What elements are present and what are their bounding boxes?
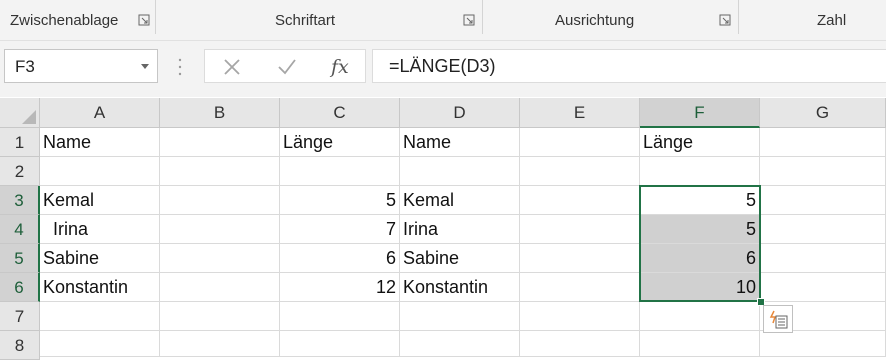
- cell-c1[interactable]: Länge: [280, 128, 400, 157]
- column-header-a[interactable]: A: [40, 98, 160, 128]
- name-box-value: F3: [15, 57, 35, 76]
- cell-c5[interactable]: 6: [280, 244, 400, 273]
- cell-d4[interactable]: Irina: [400, 215, 520, 244]
- cell-f2[interactable]: [640, 157, 760, 186]
- name-box[interactable]: F3: [4, 49, 158, 83]
- cell-b5[interactable]: [160, 244, 280, 273]
- cell-f3[interactable]: 5: [640, 186, 760, 215]
- alignment-group-label: Ausrichtung: [555, 12, 635, 29]
- cell-d6[interactable]: Konstantin: [400, 273, 520, 302]
- cell-f8[interactable]: [640, 331, 760, 357]
- ribbon-group-labels: Zwischenablage Schriftart Ausrichtung Za…: [0, 0, 886, 41]
- cell-g4[interactable]: [760, 215, 886, 244]
- cell-c8[interactable]: [280, 331, 400, 357]
- cell-d7[interactable]: [400, 302, 520, 331]
- cell-a1[interactable]: Name: [40, 128, 160, 157]
- chevron-down-icon[interactable]: [141, 64, 149, 69]
- number-group-label: Zahl: [817, 12, 847, 29]
- cell-a5[interactable]: Sabine: [40, 244, 160, 273]
- cell-g5[interactable]: [760, 244, 886, 273]
- cell-e4[interactable]: [520, 215, 640, 244]
- formula-bar: F3 fx =LÄNGE(D3): [0, 41, 886, 97]
- cell-a7[interactable]: [40, 302, 160, 331]
- formula-buttons: fx: [204, 49, 366, 83]
- splitter-dots-icon[interactable]: [178, 57, 182, 77]
- insert-function-icon[interactable]: fx: [331, 56, 349, 78]
- cell-f5[interactable]: 6: [640, 244, 760, 273]
- cell-b6[interactable]: [160, 273, 280, 302]
- cell-d5[interactable]: Sabine: [400, 244, 520, 273]
- column-header-e[interactable]: E: [520, 98, 640, 128]
- cell-b2[interactable]: [160, 157, 280, 186]
- column-header-b[interactable]: B: [160, 98, 280, 128]
- cell-e1[interactable]: [520, 128, 640, 157]
- ribbon-group-number: Zahl: [739, 0, 886, 38]
- quick-analysis-icon: [769, 310, 788, 329]
- spreadsheet-grid: A B C D E F G 1 2 3 4 5 6 7 8 Name Länge…: [0, 98, 886, 360]
- column-header-g[interactable]: G: [760, 98, 886, 128]
- row-header-2[interactable]: 2: [0, 157, 40, 186]
- cell-e2[interactable]: [520, 157, 640, 186]
- row-header-1[interactable]: 1: [0, 128, 40, 157]
- row-header-5[interactable]: 5: [0, 244, 40, 273]
- quick-analysis-button[interactable]: [763, 305, 793, 333]
- row-header-6[interactable]: 6: [0, 273, 40, 302]
- cell-e8[interactable]: [520, 331, 640, 357]
- select-all-triangle-icon: [22, 110, 36, 124]
- cell-b3[interactable]: [160, 186, 280, 215]
- cell-c2[interactable]: [280, 157, 400, 186]
- column-header-f[interactable]: F: [640, 98, 760, 128]
- cancel-icon[interactable]: [223, 58, 241, 76]
- column-header-c[interactable]: C: [280, 98, 400, 128]
- cell-c4[interactable]: 7: [280, 215, 400, 244]
- cell-b7[interactable]: [160, 302, 280, 331]
- cell-d1[interactable]: Name: [400, 128, 520, 157]
- ribbon-group-alignment: Ausrichtung: [483, 0, 738, 38]
- cell-f7[interactable]: [640, 302, 760, 331]
- cell-d2[interactable]: [400, 157, 520, 186]
- formula-input[interactable]: =LÄNGE(D3): [372, 49, 886, 83]
- alignment-launcher-icon[interactable]: [719, 14, 731, 26]
- row-header-3[interactable]: 3: [0, 186, 40, 215]
- cell-e3[interactable]: [520, 186, 640, 215]
- cell-c7[interactable]: [280, 302, 400, 331]
- font-group-label: Schriftart: [275, 12, 336, 29]
- clipboard-launcher-icon[interactable]: [138, 14, 150, 26]
- cell-f4[interactable]: 5: [640, 215, 760, 244]
- cell-a2[interactable]: [40, 157, 160, 186]
- row-header-4[interactable]: 4: [0, 215, 40, 244]
- cell-g8[interactable]: [760, 331, 886, 357]
- cell-f1[interactable]: Länge: [640, 128, 760, 157]
- cell-f6[interactable]: 10: [640, 273, 760, 302]
- cell-b8[interactable]: [160, 331, 280, 357]
- cell-e5[interactable]: [520, 244, 640, 273]
- select-all-button[interactable]: [0, 98, 40, 128]
- cell-g2[interactable]: [760, 157, 886, 186]
- font-launcher-icon[interactable]: [463, 14, 475, 26]
- ribbon-group-clipboard: Zwischenablage: [0, 0, 155, 38]
- cell-a3[interactable]: Kemal: [40, 186, 160, 215]
- row-header-7[interactable]: 7: [0, 302, 40, 331]
- column-header-d[interactable]: D: [400, 98, 520, 128]
- clipboard-group-label: Zwischenablage: [10, 12, 119, 29]
- cell-c6[interactable]: 12: [280, 273, 400, 302]
- row-header-8[interactable]: 8: [0, 331, 40, 360]
- cell-g3[interactable]: [760, 186, 886, 215]
- cell-d8[interactable]: [400, 331, 520, 357]
- cell-a6[interactable]: Konstantin: [40, 273, 160, 302]
- enter-icon[interactable]: [277, 58, 297, 76]
- ribbon-group-font: Schriftart: [156, 0, 482, 38]
- cell-e7[interactable]: [520, 302, 640, 331]
- cell-b1[interactable]: [160, 128, 280, 157]
- cell-g1[interactable]: [760, 128, 886, 157]
- cell-b4[interactable]: [160, 215, 280, 244]
- formula-text: =LÄNGE(D3): [389, 56, 496, 76]
- cell-c3[interactable]: 5: [280, 186, 400, 215]
- cell-a8[interactable]: [40, 331, 160, 357]
- cell-g6[interactable]: [760, 273, 886, 302]
- cell-e6[interactable]: [520, 273, 640, 302]
- cell-a4[interactable]: Irina: [40, 215, 160, 244]
- cell-d3[interactable]: Kemal: [400, 186, 520, 215]
